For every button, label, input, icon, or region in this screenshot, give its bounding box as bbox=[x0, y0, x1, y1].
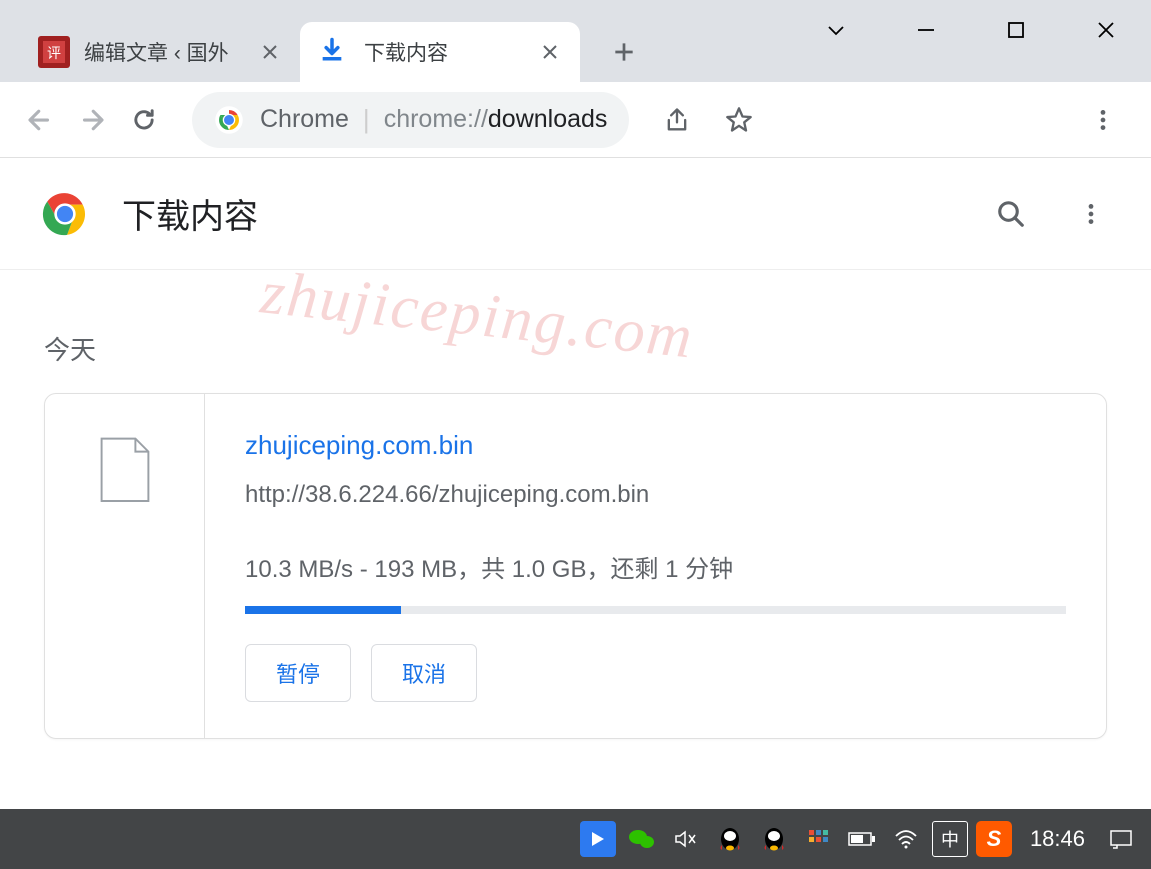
app-icon[interactable] bbox=[580, 821, 616, 857]
sogou-icon[interactable]: S bbox=[976, 821, 1012, 857]
qq-icon[interactable] bbox=[712, 821, 748, 857]
close-icon[interactable] bbox=[258, 40, 282, 64]
battery-icon[interactable] bbox=[844, 821, 880, 857]
tab-item[interactable]: 评 编辑文章 ‹ 国外 bbox=[20, 22, 300, 82]
download-body: zhujiceping.com.bin http://38.6.224.66/z… bbox=[205, 394, 1106, 738]
qq-icon[interactable] bbox=[756, 821, 792, 857]
page-menu-button[interactable] bbox=[1071, 194, 1111, 234]
tab-title: 下载内容 bbox=[364, 37, 526, 67]
window-controls bbox=[791, 0, 1151, 60]
new-tab-button[interactable] bbox=[600, 28, 648, 76]
download-filename[interactable]: zhujiceping.com.bin bbox=[245, 430, 1066, 461]
taskbar: 中 S 18:46 bbox=[0, 809, 1151, 869]
chrome-logo-icon bbox=[214, 105, 244, 135]
ime-indicator[interactable]: 中 bbox=[932, 821, 968, 857]
wechat-icon[interactable] bbox=[624, 821, 660, 857]
taskbar-tray: 中 S bbox=[580, 821, 1012, 857]
chevron-down-icon[interactable] bbox=[791, 8, 881, 52]
bookmark-button[interactable] bbox=[719, 100, 759, 140]
download-item: zhujiceping.com.bin http://38.6.224.66/z… bbox=[44, 393, 1107, 739]
taskbar-clock[interactable]: 18:46 bbox=[1030, 826, 1085, 852]
download-actions: 暂停 取消 bbox=[245, 644, 1066, 702]
file-icon bbox=[99, 436, 151, 502]
progress-fill bbox=[245, 606, 401, 614]
toolbar: Chrome | chrome://downloads bbox=[0, 82, 1151, 158]
pause-button[interactable]: 暂停 bbox=[245, 644, 351, 702]
address-bar[interactable]: Chrome | chrome://downloads bbox=[192, 92, 629, 148]
wifi-icon[interactable] bbox=[888, 821, 924, 857]
notifications-icon[interactable] bbox=[1103, 821, 1139, 857]
progress-bar bbox=[245, 606, 1066, 614]
downloads-header: 下载内容 bbox=[0, 158, 1151, 270]
url-text: Chrome | chrome://downloads bbox=[260, 104, 607, 135]
close-button[interactable] bbox=[1061, 8, 1151, 52]
browser-menu-button[interactable] bbox=[1083, 100, 1123, 140]
download-status: 10.3 MB/s - 193 MB，共 1.0 GB，还剩 1 分钟 bbox=[245, 549, 1066, 584]
download-source-url: http://38.6.224.66/zhujiceping.com.bin bbox=[245, 481, 1066, 509]
date-section-label: 今天 bbox=[44, 330, 1107, 367]
url-path: downloads bbox=[488, 105, 608, 134]
volume-mute-icon[interactable] bbox=[668, 821, 704, 857]
chrome-logo-icon bbox=[40, 189, 90, 239]
url-scheme: chrome:// bbox=[384, 105, 488, 134]
page-title: 下载内容 bbox=[122, 189, 991, 238]
forward-button[interactable] bbox=[70, 98, 114, 142]
reload-button[interactable] bbox=[122, 98, 166, 142]
minimize-button[interactable] bbox=[881, 8, 971, 52]
separator: | bbox=[363, 104, 370, 135]
download-icon-section bbox=[45, 394, 205, 738]
maximize-button[interactable] bbox=[971, 8, 1061, 52]
cancel-button[interactable]: 取消 bbox=[371, 644, 477, 702]
app-grid-icon[interactable] bbox=[800, 821, 836, 857]
search-button[interactable] bbox=[991, 194, 1031, 234]
close-icon[interactable] bbox=[538, 40, 562, 64]
omnibox-app-label: Chrome bbox=[260, 105, 349, 134]
tab-favicon-icon: 评 bbox=[38, 36, 70, 68]
tab-item-active[interactable]: 下载内容 bbox=[300, 22, 580, 82]
download-icon bbox=[318, 36, 350, 68]
downloads-content: zhujiceping.com 今天 zhujiceping.com.bin h… bbox=[0, 270, 1151, 769]
back-button[interactable] bbox=[18, 98, 62, 142]
share-button[interactable] bbox=[657, 100, 697, 140]
tab-title: 编辑文章 ‹ 国外 bbox=[84, 37, 246, 67]
svg-text:评: 评 bbox=[47, 45, 61, 61]
